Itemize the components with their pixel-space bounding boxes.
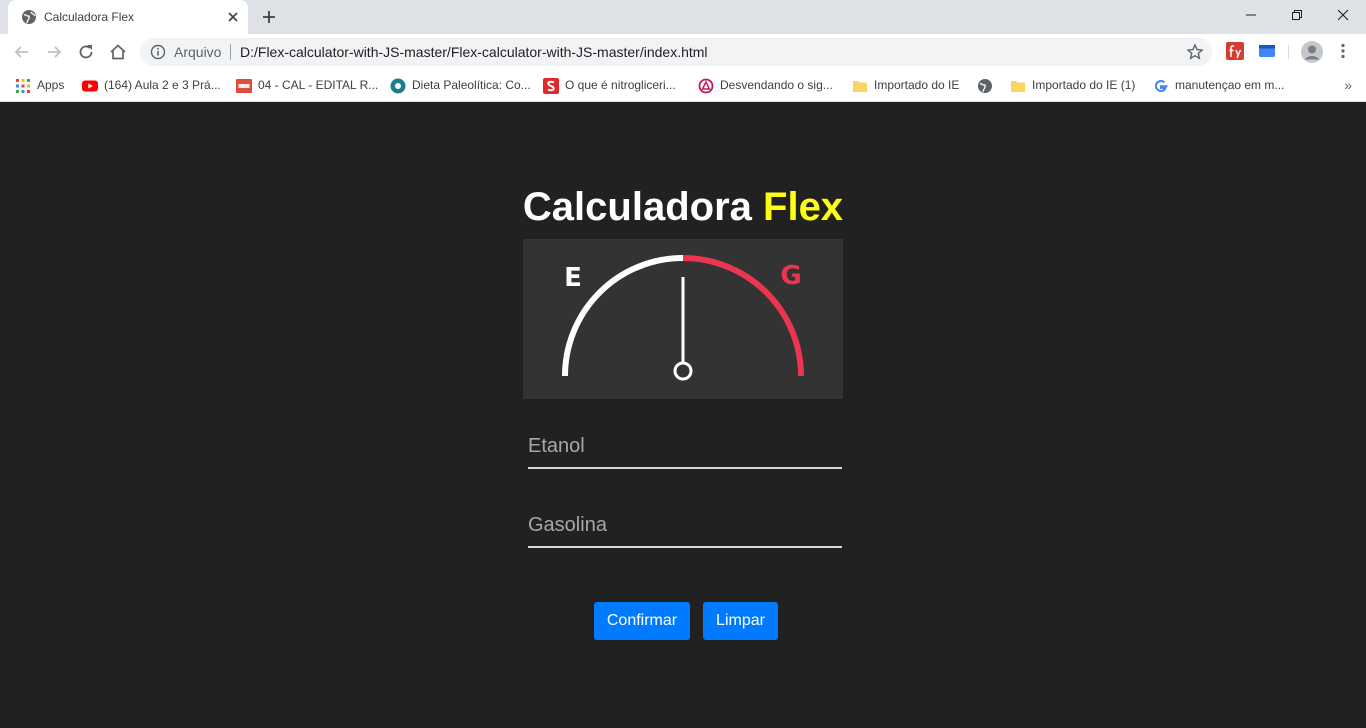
bookmarks-bar: Apps (164) Aula 2 e 3 Prá... 04 - CAL - … xyxy=(0,70,1366,102)
star-bookmark-icon[interactable] xyxy=(1186,43,1204,61)
fuel-gauge: E G xyxy=(523,239,843,399)
browser-toolbar: Arquivo D:/Flex-calculator-with-JS-maste… xyxy=(0,34,1366,70)
bookmark-label: manutençao em m... xyxy=(1175,78,1285,92)
bookmark-label: 04 - CAL - EDITAL R... xyxy=(258,78,379,92)
fuel-gauge-graphic: E G xyxy=(562,255,804,381)
tab-title: Calculadora Flex xyxy=(44,10,135,24)
close-tab-icon[interactable] xyxy=(224,8,242,26)
gasolina-field xyxy=(528,502,842,548)
etanol-field xyxy=(528,423,842,469)
back-arrow-icon[interactable] xyxy=(12,42,32,62)
page-content: Calculadora Flex E G Confirmar Limpar xyxy=(0,103,1366,728)
close-window-button[interactable] xyxy=(1320,0,1366,30)
clear-button[interactable]: Limpar xyxy=(703,602,778,640)
site-icon xyxy=(698,78,714,94)
gauge-label-gasoline: G xyxy=(780,261,801,291)
fy-extension-icon[interactable] xyxy=(1226,42,1244,60)
home-icon[interactable] xyxy=(108,42,128,62)
toolbar-divider xyxy=(1288,45,1289,59)
globe-icon xyxy=(978,79,992,93)
restore-button[interactable] xyxy=(1274,0,1320,30)
site-icon xyxy=(390,78,406,94)
bookmark-label: Importado do IE (1) xyxy=(1032,78,1136,92)
globe-icon xyxy=(22,10,36,24)
bookmark-label: Dieta Paleolítica: Co... xyxy=(412,78,531,92)
gauge-label-ethanol: E xyxy=(564,263,582,293)
pdf-icon xyxy=(236,79,252,93)
folder-icon xyxy=(853,81,867,92)
menu-kebab-icon[interactable] xyxy=(1334,42,1352,60)
address-bar[interactable]: Arquivo D:/Flex-calculator-with-JS-maste… xyxy=(140,38,1212,66)
minimize-icon xyxy=(1246,14,1256,16)
browser-tab-strip: Calculadora Flex xyxy=(0,0,1366,34)
bookmark-label: Apps xyxy=(37,78,65,92)
folder-icon xyxy=(1011,81,1025,92)
bookmark-globe[interactable] xyxy=(977,77,995,95)
google-icon xyxy=(1154,80,1168,93)
youtube-icon xyxy=(82,80,98,92)
info-icon[interactable] xyxy=(150,44,166,60)
address-url[interactable]: D:/Flex-calculator-with-JS-master/Flex-c… xyxy=(240,44,708,60)
gauge-ethanol-arc xyxy=(562,255,684,377)
address-separator xyxy=(230,44,231,60)
reload-icon[interactable] xyxy=(76,42,96,62)
confirm-button[interactable]: Confirmar xyxy=(594,602,690,640)
title-accent: Flex xyxy=(763,185,844,229)
page-title: Calculadora Flex xyxy=(0,185,1366,230)
forward-arrow-icon[interactable] xyxy=(44,42,64,62)
profile-avatar-icon[interactable] xyxy=(1300,40,1324,64)
minimize-button[interactable] xyxy=(1228,0,1274,30)
blue-extension-icon[interactable] xyxy=(1258,42,1276,60)
address-scheme: Arquivo xyxy=(174,44,222,60)
more-bookmarks-chevron-icon[interactable]: » xyxy=(1344,77,1352,93)
bookmark-label: Desvendando o sig... xyxy=(720,78,833,92)
restore-icon xyxy=(1292,10,1302,20)
browser-tab[interactable]: Calculadora Flex xyxy=(8,0,248,34)
apps-grid-icon xyxy=(16,79,30,93)
bookmark-label: (164) Aula 2 e 3 Prá... xyxy=(104,78,221,92)
s-logo-icon xyxy=(543,78,559,94)
bookmark-label: O que é nitrogliceri... xyxy=(565,78,676,92)
bookmark-label: Importado do IE xyxy=(874,78,960,92)
new-tab-icon[interactable] xyxy=(260,8,278,26)
close-window-icon xyxy=(1337,9,1349,21)
etanol-input[interactable] xyxy=(528,431,842,461)
title-main: Calculadora xyxy=(522,185,752,229)
gasolina-input[interactable] xyxy=(528,510,842,540)
gauge-pivot xyxy=(673,361,693,381)
